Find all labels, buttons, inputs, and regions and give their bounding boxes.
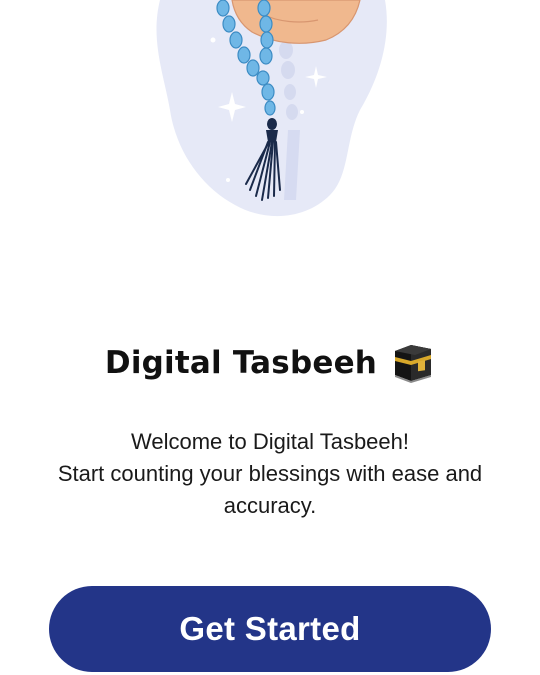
welcome-line-1: Welcome to Digital Tasbeeh! (131, 429, 409, 454)
welcome-message: Welcome to Digital Tasbeeh! Start counti… (30, 426, 510, 522)
title-row: Digital Tasbeeh (0, 336, 540, 390)
kaaba-icon (395, 345, 432, 383)
app-title: Digital Tasbeeh (104, 345, 378, 381)
hero-illustration (0, 0, 540, 230)
get-started-button[interactable]: Get Started (49, 586, 491, 672)
welcome-line-2: Start counting your blessings with ease … (57, 461, 483, 518)
